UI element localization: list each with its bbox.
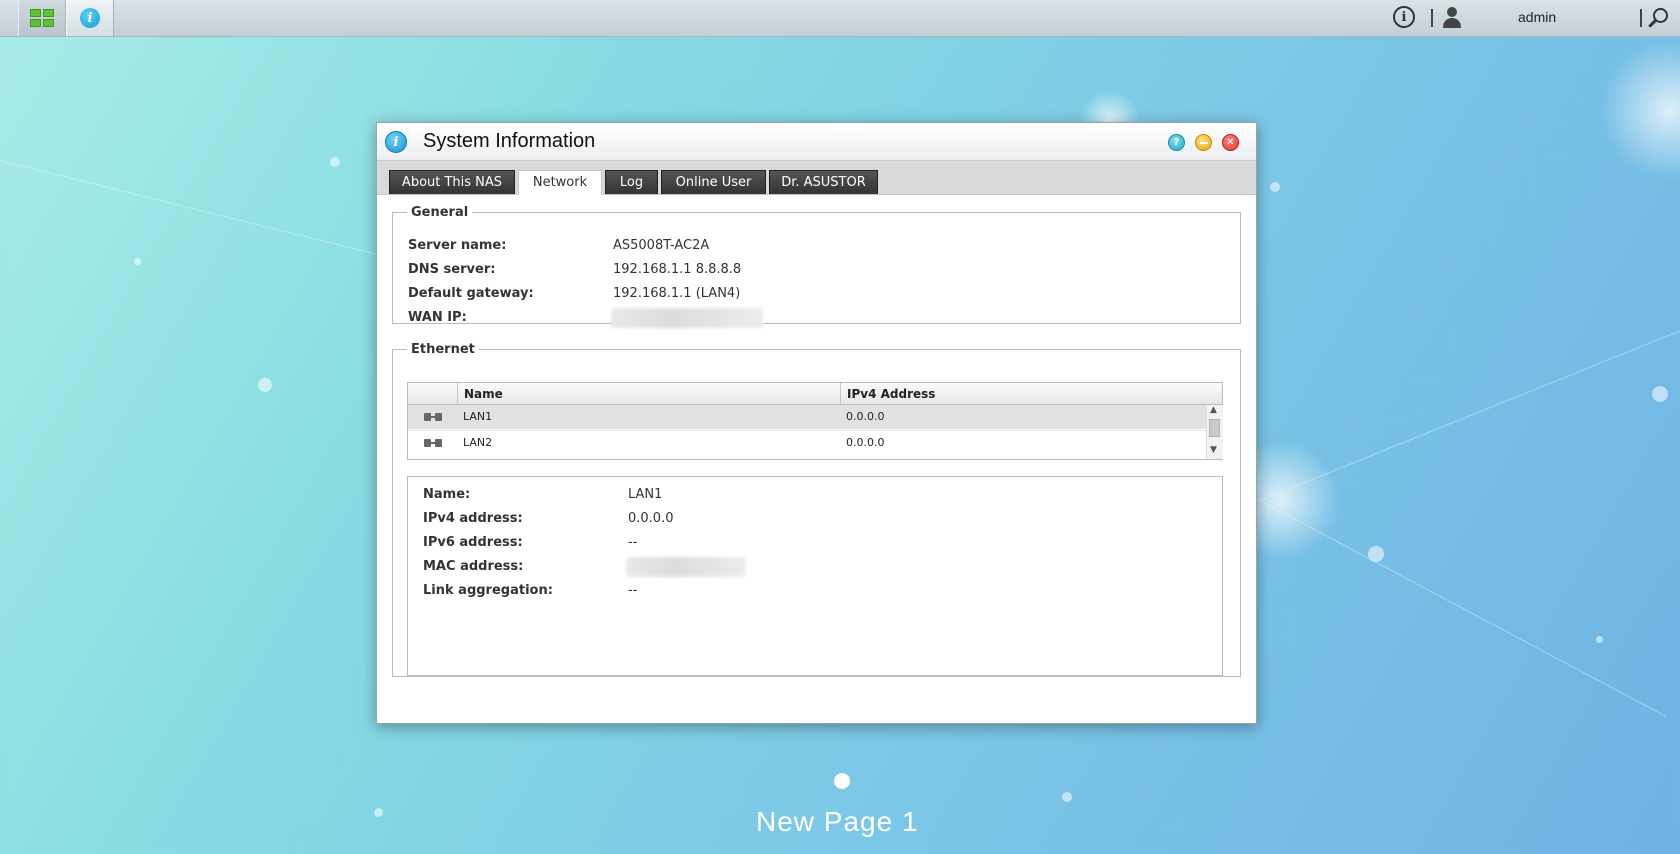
dns-server-value: 192.168.1.1 8.8.8.8 [613, 262, 742, 277]
tab-log[interactable]: Log [605, 170, 658, 194]
light-ray [1259, 500, 1667, 717]
tab-bar: About This NAS Network Log Online User D… [377, 161, 1256, 195]
scroll-up-icon[interactable]: ▲ [1210, 405, 1217, 415]
desktop-page-label: New Page 1 [756, 806, 919, 837]
tab-about-this-nas[interactable]: About This NAS [389, 170, 515, 194]
row-ipv4: 0.0.0.0 [846, 410, 885, 423]
table-row[interactable]: LAN1 0.0.0.0 [408, 405, 1206, 429]
sparkle [134, 258, 141, 265]
ethernet-port-icon [424, 439, 442, 447]
username-label[interactable]: admin [1518, 9, 1556, 25]
detail-mac-value-redacted [626, 557, 746, 577]
sparkle [330, 157, 340, 167]
separator [1431, 9, 1433, 27]
server-name-label: Server name: [408, 238, 507, 253]
sparkle [1368, 546, 1384, 562]
detail-link-aggregation-value: -- [628, 583, 638, 598]
light-ray [1260, 327, 1680, 501]
row-name: LAN2 [463, 436, 493, 449]
window-title: System Information [423, 130, 596, 152]
row-name: LAN1 [463, 410, 493, 423]
detail-name-value: LAN1 [628, 487, 663, 502]
light-flare [1600, 40, 1680, 180]
system-info-taskbar-button[interactable]: i [66, 0, 114, 36]
search-icon[interactable] [1648, 8, 1668, 28]
close-button[interactable]: ✕ [1222, 134, 1239, 151]
detail-ipv6-label: IPv6 address: [423, 535, 523, 550]
column-header-ipv4[interactable]: IPv4 Address [841, 383, 1222, 405]
sparkle [1652, 386, 1668, 402]
system-info-icon: i [80, 8, 100, 28]
help-button[interactable]: ? [1168, 134, 1185, 151]
dns-server-label: DNS server: [408, 262, 496, 277]
separator [1640, 9, 1642, 27]
minimize-button[interactable] [1195, 134, 1212, 151]
system-info-icon: i [385, 131, 407, 153]
detail-link-aggregation-label: Link aggregation: [423, 583, 553, 598]
default-gateway-value: 192.168.1.1 (LAN4) [613, 286, 741, 301]
app-launcher-button[interactable] [18, 0, 66, 36]
ethernet-table: Name IPv4 Address LAN1 0.0.0.0 LAN2 0.0.… [407, 382, 1223, 460]
interface-details-panel: Name: LAN1 IPv4 address: 0.0.0.0 IPv6 ad… [407, 476, 1223, 676]
detail-name-label: Name: [423, 487, 471, 502]
general-legend: General [411, 205, 469, 220]
sparkle [258, 378, 272, 392]
ethernet-port-icon [424, 413, 442, 421]
row-ipv4: 0.0.0.0 [846, 436, 885, 449]
server-name-value: AS5008T-AC2A [613, 238, 710, 253]
default-gateway-label: Default gateway: [408, 286, 534, 301]
info-icon[interactable]: i [1393, 6, 1415, 28]
detail-ipv4-value: 0.0.0.0 [628, 511, 674, 526]
wan-ip-label: WAN IP: [408, 310, 467, 325]
page-indicator-dot[interactable] [834, 773, 850, 789]
sparkle [1596, 636, 1603, 643]
table-row[interactable]: LAN2 0.0.0.0 [408, 430, 1206, 455]
sparkle [1270, 182, 1280, 192]
tab-online-user[interactable]: Online User [661, 170, 766, 194]
wan-ip-value-redacted [611, 308, 763, 328]
window-titlebar[interactable]: i System Information ? ✕ [377, 123, 1256, 161]
app-launcher-icon [30, 9, 54, 27]
general-section: General Server name: AS5008T-AC2A DNS se… [392, 205, 1241, 328]
detail-ipv6-value: -- [628, 535, 638, 550]
ethernet-legend: Ethernet [411, 342, 475, 357]
tab-network[interactable]: Network [518, 170, 602, 195]
user-icon[interactable] [1441, 6, 1463, 28]
column-header-name[interactable]: Name [458, 383, 841, 405]
detail-ipv4-label: IPv4 address: [423, 511, 523, 526]
detail-mac-label: MAC address: [423, 559, 524, 574]
tab-dr-asustor[interactable]: Dr. ASUSTOR [769, 170, 878, 194]
sparkle [374, 808, 383, 817]
taskbar: i i admin [0, 0, 1680, 37]
scroll-down-icon[interactable]: ▼ [1210, 445, 1217, 455]
scrollbar-thumb[interactable] [1209, 419, 1220, 437]
sparkle [1062, 792, 1072, 802]
column-header-icon [408, 383, 458, 405]
table-scrollbar[interactable]: ▲ ▼ [1206, 405, 1223, 459]
